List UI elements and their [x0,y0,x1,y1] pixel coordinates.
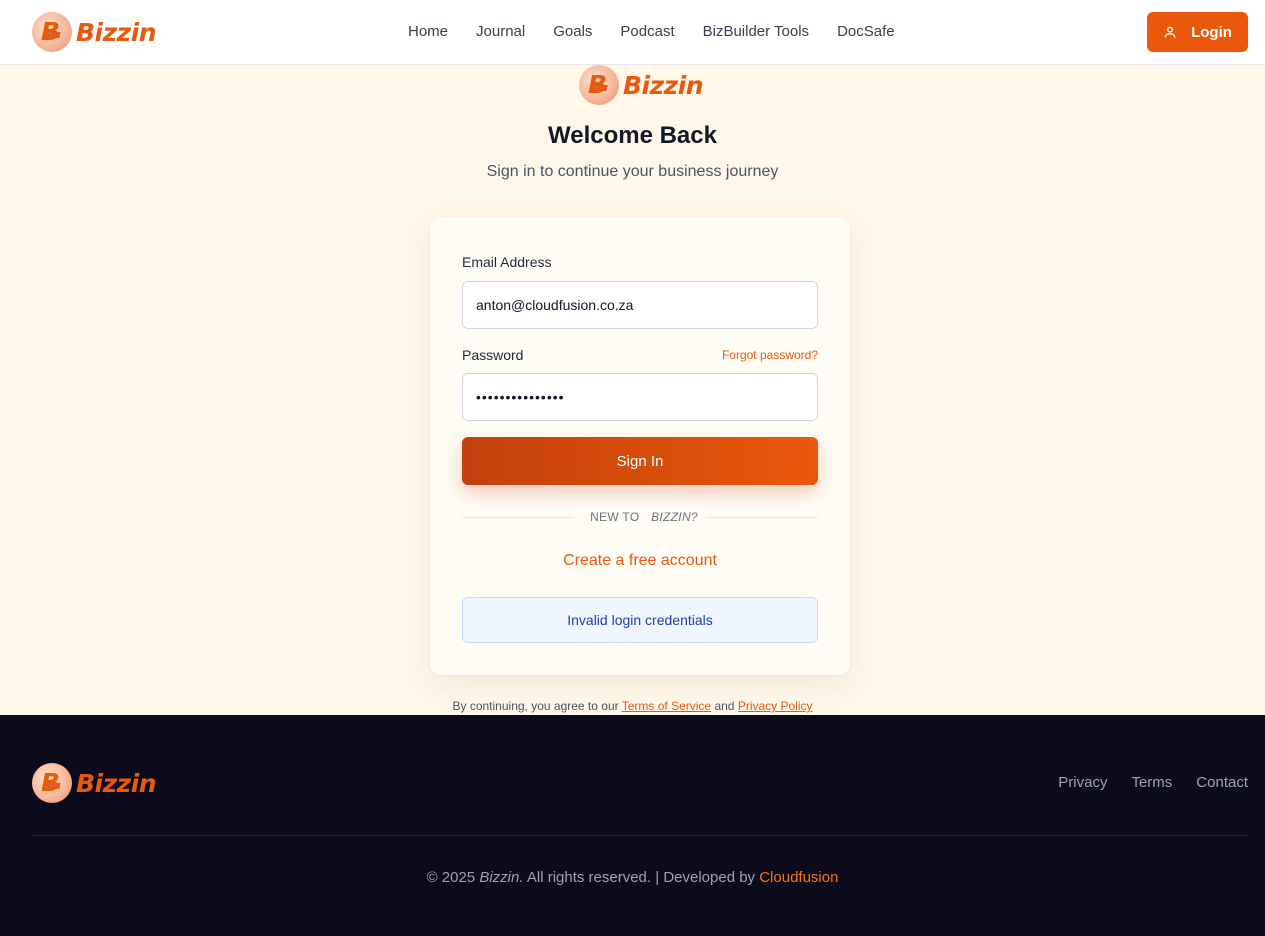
header-logo[interactable]: B Bizzin [32,12,157,52]
bizzin-logo-icon: B [579,65,619,105]
footer: B Bizzin Privacy Terms Contact © 2025 Bi… [0,715,1265,936]
email-field[interactable] [462,281,818,329]
page-subtitle: Sign in to continue your business journe… [486,163,779,180]
footer-terms-link[interactable]: Terms [1131,774,1172,791]
error-alert: Invalid login credentials [462,597,818,643]
bizzin-logo-icon: B [32,12,72,52]
forgot-password-link[interactable]: Forgot password? [722,348,818,362]
footer-links: Privacy Terms Contact [1058,774,1248,791]
email-label: Email Address [462,254,552,270]
nav-docsafe[interactable]: DocSafe [837,22,895,42]
divider-prefix: NEW TO [582,510,648,524]
main-nav: Home Journal Goals Podcast BizBuilder To… [408,22,895,42]
terms-of-service-link[interactable]: Terms of Service [622,699,711,713]
header-login-button[interactable]: Login [1147,12,1248,52]
divider-label: NEW TO BIZZIN? [430,508,850,526]
footer-divider [32,835,1248,836]
developer-link[interactable]: Cloudfusion [759,869,838,886]
brand-name: Bizzin [76,17,157,47]
create-account-link[interactable]: Create a free account [430,552,850,570]
footer-logo[interactable]: B Bizzin [32,763,157,803]
brand-name: Bizzin [623,70,704,100]
hero-logo: B Bizzin [579,65,704,105]
footer-privacy-link[interactable]: Privacy [1058,774,1107,791]
copyright-rest: All rights reserved. [526,869,652,886]
login-label: Login [1191,23,1232,41]
privacy-policy-link[interactable]: Privacy Policy [738,699,813,713]
terms-prefix: By continuing, you agree to our [452,699,619,713]
terms-notice: By continuing, you agree to our Terms of… [0,699,1265,713]
nav-journal[interactable]: Journal [476,22,525,42]
copyright-prefix: © 2025 [426,869,476,886]
bizzin-logo-icon: B [32,763,72,803]
divider-brand: BIZZIN? [651,510,698,524]
nav-goals[interactable]: Goals [553,22,592,42]
nav-home[interactable]: Home [408,22,448,42]
user-icon [1164,26,1176,38]
developed-by: | Developed by [655,869,756,886]
top-nav-bar: B Bizzin Home Journal Goals Podcast BizB… [0,0,1265,65]
copyright-brand: Bizzin. [479,869,524,886]
copyright: © 2025 Bizzin. All rights reserved. | De… [0,869,1265,886]
nav-bizbuilder-tools[interactable]: BizBuilder Tools [703,22,809,42]
login-card: Email Address Password Forgot password? … [430,217,850,675]
nav-podcast[interactable]: Podcast [620,22,674,42]
brand-name: Bizzin [76,768,157,798]
terms-and: and [714,699,735,713]
footer-contact-link[interactable]: Contact [1196,774,1248,791]
page-title: Welcome Back [548,122,717,149]
password-field[interactable] [462,373,818,421]
sign-in-button[interactable]: Sign In [462,437,818,485]
password-label: Password [462,347,524,363]
